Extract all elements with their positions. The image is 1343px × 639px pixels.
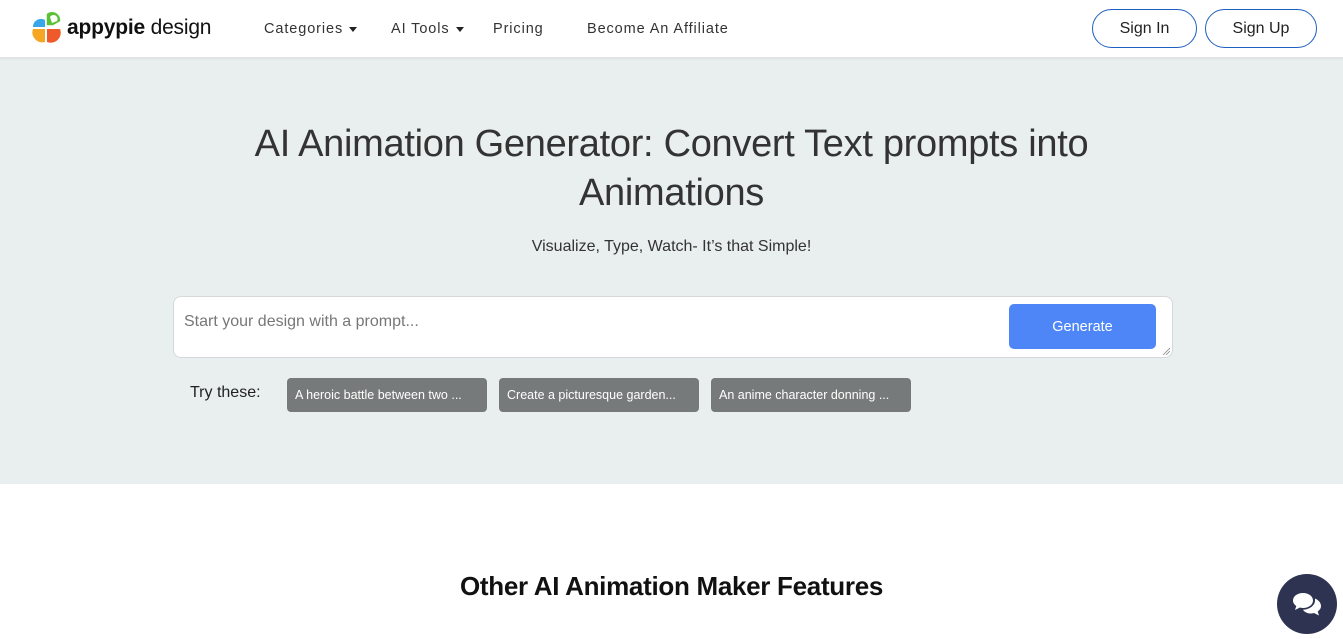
- logo-text: appypie design: [67, 12, 211, 44]
- page-title-line-1: AI Animation Generator: Convert Text pro…: [254, 123, 1089, 165]
- sign-in-button[interactable]: Sign In: [1092, 9, 1197, 48]
- chat-bubbles-icon: [1293, 593, 1321, 616]
- appypie-logo-icon: [32, 12, 61, 43]
- prompt-input[interactable]: [184, 309, 994, 335]
- nav-ai-tools-label: AI Tools: [391, 21, 450, 37]
- page-title: AI Animation Generator: Convert Text pro…: [0, 120, 1343, 218]
- hero-section: AI Animation Generator: Convert Text pro…: [0, 58, 1343, 484]
- nav-become-affiliate[interactable]: Become An Affiliate: [587, 18, 729, 40]
- chat-button[interactable]: [1277, 574, 1337, 634]
- nav-ai-tools[interactable]: AI Tools: [391, 18, 464, 40]
- suggestion-chip[interactable]: A heroic battle between two ...: [287, 378, 487, 412]
- logo-brand-bold: appypie: [67, 16, 145, 39]
- generate-button[interactable]: Generate: [1009, 304, 1156, 349]
- page-title-line-2: Animations: [579, 172, 764, 214]
- nav-affiliate-label: Become An Affiliate: [587, 21, 729, 37]
- nav-categories[interactable]: Categories: [264, 18, 358, 40]
- features-heading: Other AI Animation Maker Features: [459, 571, 884, 601]
- logo-brand-light: design: [144, 16, 212, 39]
- suggestion-chip[interactable]: An anime character donning ...: [711, 378, 911, 412]
- logo[interactable]: appypie design: [31, 12, 211, 44]
- prompt-box: Generate: [173, 296, 1173, 358]
- nav-pricing-label: Pricing: [493, 21, 544, 37]
- hero-subtitle: Visualize, Type, Watch- It’s that Simple…: [531, 238, 812, 255]
- nav-pricing[interactable]: Pricing: [493, 18, 544, 40]
- try-these-label: Try these:: [190, 384, 261, 401]
- suggestion-chip[interactable]: Create a picturesque garden...: [499, 378, 699, 412]
- sign-up-button[interactable]: Sign Up: [1205, 9, 1317, 48]
- chevron-down-icon: [349, 26, 358, 32]
- site-header: appypie design Categories AI Tools Prici…: [0, 0, 1343, 58]
- nav-categories-label: Categories: [264, 21, 344, 37]
- resize-grip-icon[interactable]: [1162, 347, 1170, 355]
- chevron-down-icon: [455, 26, 464, 32]
